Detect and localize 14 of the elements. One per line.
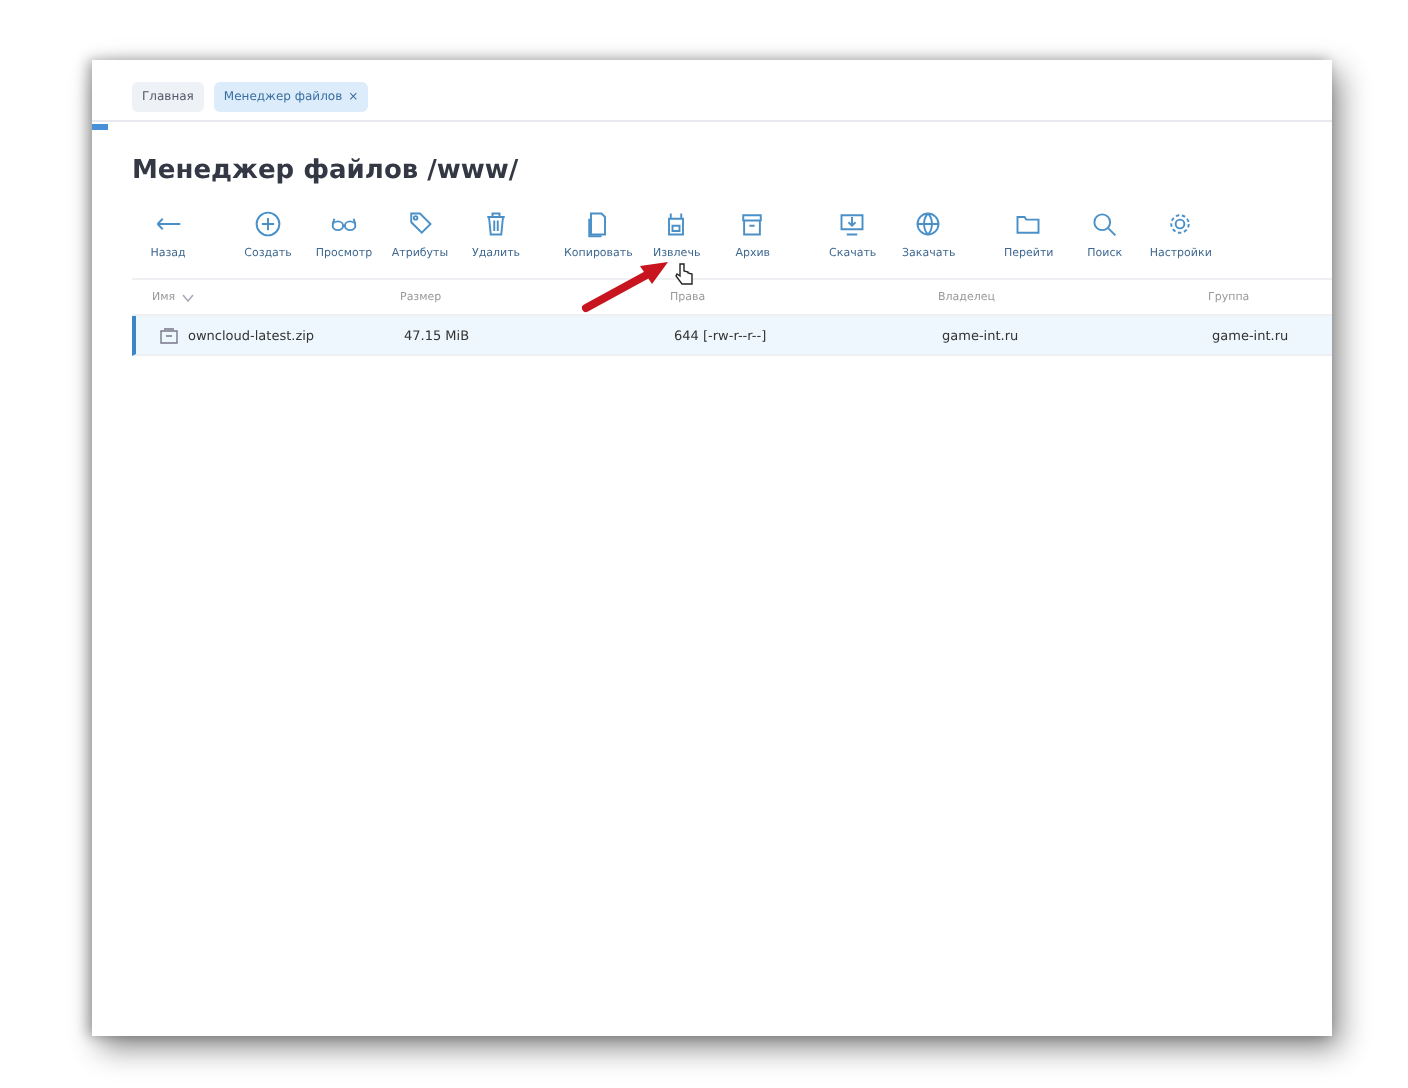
- plus-circle-icon: [254, 210, 282, 238]
- trash-icon: [482, 210, 510, 238]
- search-icon: [1090, 210, 1119, 238]
- hand-cursor-icon: [674, 262, 694, 286]
- chevron-down-icon: [181, 293, 194, 301]
- settings-icon: [1166, 210, 1195, 238]
- archive-box-icon: [738, 210, 767, 238]
- marker: [92, 124, 108, 130]
- folder-icon: [1014, 210, 1043, 238]
- archive-file-icon: [160, 327, 178, 343]
- download-icon: [838, 210, 867, 238]
- page-title: Менеджер файлов /www/: [132, 156, 521, 186]
- tag-icon: [406, 210, 434, 238]
- globe-icon: [914, 210, 943, 238]
